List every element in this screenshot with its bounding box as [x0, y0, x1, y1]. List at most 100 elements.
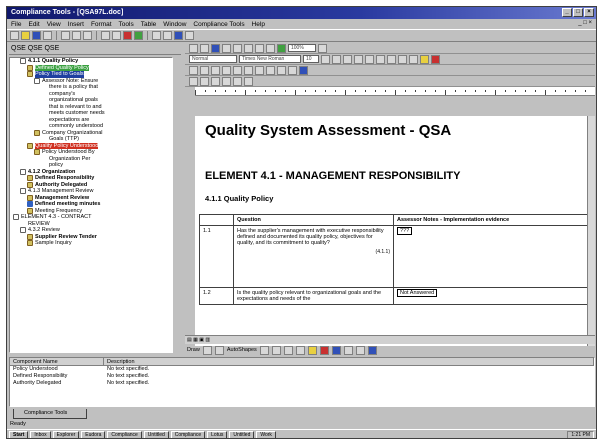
- rotate-icon[interactable]: [214, 345, 224, 355]
- tool-h-icon[interactable]: [266, 65, 275, 75]
- minimize-button[interactable]: _: [562, 8, 572, 17]
- oval-icon[interactable]: [295, 345, 305, 355]
- menu-compliance-tools[interactable]: Compliance Tools: [193, 21, 244, 28]
- expand-icon[interactable]: [20, 168, 26, 175]
- tool-i-icon[interactable]: [277, 65, 286, 75]
- text-color-icon[interactable]: [331, 345, 341, 355]
- tool-f-icon[interactable]: [244, 65, 253, 75]
- size-combo[interactable]: 10: [303, 55, 319, 63]
- tree-scrollbar[interactable]: [172, 58, 173, 352]
- tool-c-icon[interactable]: [211, 65, 220, 75]
- bullets-icon[interactable]: [398, 54, 407, 64]
- taskbar-button[interactable]: Untitled: [229, 430, 255, 438]
- menu-tools[interactable]: Tools: [119, 21, 134, 28]
- font-color-icon[interactable]: [431, 54, 440, 64]
- expand-icon[interactable]: [20, 227, 26, 233]
- tool-o-icon[interactable]: [222, 76, 231, 86]
- indent-icon[interactable]: [409, 54, 418, 64]
- taskbar-button[interactable]: Inbox: [30, 430, 51, 438]
- compliance-tree[interactable]: 4.1.1 Quality Policy Defined Quality Poli…: [9, 57, 173, 353]
- horizontal-ruler[interactable]: [195, 87, 595, 96]
- assessor-notes-cell[interactable]: Not Answered: [393, 287, 595, 305]
- hyperlink-icon[interactable]: [222, 43, 231, 53]
- menu-help[interactable]: Help: [252, 21, 265, 28]
- column-header-description[interactable]: Description: [104, 358, 594, 365]
- line-color-icon[interactable]: [319, 345, 329, 355]
- expand-icon[interactable]: [13, 214, 19, 220]
- start-button[interactable]: Start: [9, 430, 29, 438]
- line-style-icon[interactable]: [343, 345, 353, 355]
- arrow-icon[interactable]: [271, 345, 281, 355]
- menu-file[interactable]: File: [11, 21, 21, 28]
- tree-view-icon[interactable]: [123, 31, 132, 40]
- assessor-notes-field[interactable]: ???: [397, 227, 413, 235]
- view-buttons[interactable]: ▤ ▦ ▣ ▥: [187, 337, 210, 343]
- style-combo[interactable]: Normal: [189, 55, 237, 63]
- taskbar-button[interactable]: Compliance: [170, 430, 206, 438]
- draw-menu[interactable]: Draw: [187, 347, 200, 353]
- zoom-icon[interactable]: [200, 43, 209, 53]
- list-item[interactable]: Policy Understood No text specified.: [10, 366, 594, 373]
- underline-icon[interactable]: [343, 54, 352, 64]
- taskbar-button[interactable]: Explorer: [52, 430, 80, 438]
- web-toolbar-icon[interactable]: [233, 43, 242, 53]
- tool-g-icon[interactable]: [255, 65, 264, 75]
- taskbar-button[interactable]: Work: [256, 430, 276, 438]
- menu-format[interactable]: Format: [91, 21, 112, 28]
- menu-window[interactable]: Window: [163, 21, 186, 28]
- zoom-combo[interactable]: 100%: [288, 44, 316, 52]
- tool-p-icon[interactable]: [233, 76, 242, 86]
- menu-edit[interactable]: Edit: [28, 21, 39, 28]
- assessor-notes-cell[interactable]: ???: [393, 225, 595, 288]
- tree-item[interactable]: Sample Inquiry: [10, 240, 172, 247]
- undo-icon[interactable]: [101, 31, 110, 40]
- tool-j-icon[interactable]: [288, 65, 297, 75]
- tool-m-icon[interactable]: [200, 76, 209, 86]
- taskbar-button[interactable]: Untitled: [143, 430, 169, 438]
- columns2-icon[interactable]: [266, 43, 275, 53]
- select-objects-icon[interactable]: [202, 345, 212, 355]
- menu-view[interactable]: View: [47, 21, 61, 28]
- view-buttons-bar[interactable]: ▤ ▦ ▣ ▥: [185, 335, 595, 344]
- tool-l-icon[interactable]: [189, 76, 198, 86]
- column-header-name[interactable]: Component Name: [10, 358, 104, 365]
- document-scrollbar[interactable]: [587, 116, 595, 346]
- tool-k-icon[interactable]: [299, 65, 308, 75]
- taskbar-button[interactable]: Compliance: [107, 430, 142, 438]
- expand-icon[interactable]: [34, 77, 40, 84]
- rectangle-icon[interactable]: [283, 345, 293, 355]
- document-window-controls[interactable]: _ □ ×: [578, 20, 592, 26]
- tool-b-icon[interactable]: [200, 65, 209, 75]
- tool-e-icon[interactable]: [233, 65, 242, 75]
- fill-color-icon[interactable]: [307, 345, 317, 355]
- help-icon[interactable]: [318, 43, 327, 53]
- align-right-icon[interactable]: [376, 54, 385, 64]
- excel-icon[interactable]: [255, 43, 264, 53]
- insert-icon[interactable]: [211, 43, 220, 53]
- expand-icon[interactable]: [20, 58, 26, 64]
- compliance-icon[interactable]: [134, 31, 143, 40]
- save-icon[interactable]: [32, 31, 41, 40]
- document-map-icon[interactable]: [277, 43, 286, 53]
- tool-a-icon[interactable]: [189, 65, 198, 75]
- autoshapes-menu[interactable]: AutoShapes: [227, 347, 257, 353]
- font-combo[interactable]: Times New Roman: [239, 55, 301, 63]
- align-left-icon[interactable]: [354, 54, 363, 64]
- list-item[interactable]: Defined Responsibility No text specified.: [10, 373, 594, 380]
- open-icon[interactable]: [21, 31, 30, 40]
- copy-icon[interactable]: [72, 31, 81, 40]
- new-icon[interactable]: [10, 31, 19, 40]
- tab-compliance-tools[interactable]: Compliance Tools: [13, 409, 87, 419]
- print-icon[interactable]: [43, 31, 52, 40]
- bold-icon[interactable]: [321, 54, 330, 64]
- align-center-icon[interactable]: [365, 54, 374, 64]
- tool-d-icon[interactable]: [222, 65, 231, 75]
- list-item[interactable]: Authority Delegated No text specified.: [10, 380, 594, 387]
- menu-table[interactable]: Table: [141, 21, 157, 28]
- taskbar-button[interactable]: Lotus: [207, 430, 228, 438]
- numbering-icon[interactable]: [387, 54, 396, 64]
- view-icon[interactable]: [189, 43, 198, 53]
- tool-q-icon[interactable]: [244, 76, 253, 86]
- line-icon[interactable]: [259, 345, 269, 355]
- cut-icon[interactable]: [61, 31, 70, 40]
